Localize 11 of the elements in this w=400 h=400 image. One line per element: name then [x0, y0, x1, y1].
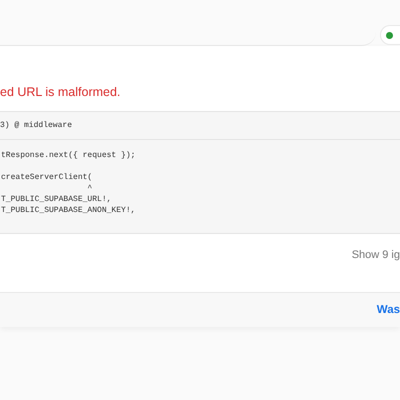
- code-location: 3) @ middleware: [0, 121, 72, 130]
- code-line: T_PUBLIC_SUPABASE_ANON_KEY!,: [1, 205, 136, 216]
- ignored-frames-toggle[interactable]: Show 9 ig: [352, 249, 400, 261]
- footer-link[interactable]: Was: [376, 304, 400, 316]
- code-line: createServerClient(: [1, 172, 94, 183]
- code-line: tResponse.next({ request });: [1, 150, 136, 161]
- status-pill[interactable]: [380, 25, 400, 45]
- status-dot-icon: [386, 32, 393, 38]
- code-line: ^: [86, 183, 94, 194]
- code-line: T_PUBLIC_SUPABASE_URL!,: [1, 194, 112, 205]
- error-message: ed URL is malformed.: [0, 85, 122, 99]
